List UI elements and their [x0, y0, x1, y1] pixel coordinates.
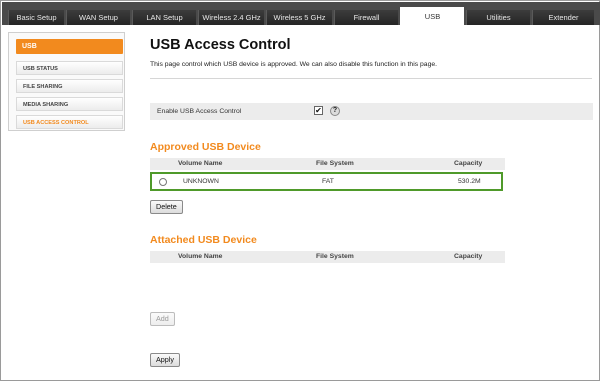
sidebar-item-usb-access-control[interactable]: USB ACCESS CONTROL: [16, 115, 123, 129]
tab-basic-setup[interactable]: Basic Setup: [8, 10, 64, 25]
enable-usb-access-control-row: Enable USB Access Control ✔ ?: [150, 103, 593, 120]
enable-usb-access-control-label: Enable USB Access Control: [157, 108, 242, 115]
attached-table-header: Volume Name File System Capacity: [150, 251, 505, 263]
column-file-system: File System: [316, 253, 354, 260]
column-capacity: Capacity: [454, 160, 483, 167]
tab-wan-setup[interactable]: WAN Setup: [66, 10, 130, 25]
column-file-system: File System: [316, 160, 354, 167]
tab-utilities[interactable]: Utilities: [466, 10, 530, 25]
add-button[interactable]: Add: [150, 312, 175, 326]
tab-usb[interactable]: USB: [400, 7, 464, 26]
table-row[interactable]: UNKNOWN FAT 530.2M: [150, 172, 503, 191]
cell-capacity: 530.2M: [458, 178, 481, 185]
router-admin-window: Basic Setup WAN Setup LAN Setup Wireless…: [0, 0, 600, 381]
apply-button[interactable]: Apply: [150, 353, 180, 367]
main-tab-bar: Basic Setup WAN Setup LAN Setup Wireless…: [2, 2, 600, 26]
sidebar-item-file-sharing[interactable]: FILE SHARING: [16, 79, 123, 93]
page-description: This page control which USB device is ap…: [150, 61, 438, 68]
column-volume-name: Volume Name: [178, 160, 223, 167]
cell-file-system: FAT: [322, 178, 334, 185]
tab-lan-setup[interactable]: LAN Setup: [132, 10, 196, 25]
tab-wireless-5ghz[interactable]: Wireless 5 GHz: [266, 10, 332, 25]
page-title: USB Access Control: [150, 37, 291, 53]
column-volume-name: Volume Name: [178, 253, 223, 260]
delete-button[interactable]: Delete: [150, 200, 183, 214]
help-icon[interactable]: ?: [330, 106, 340, 116]
approved-usb-device-title: Approved USB Device: [150, 141, 261, 153]
sidebar-item-usb-status[interactable]: USB STATUS: [16, 61, 123, 75]
cell-volume-name: UNKNOWN: [183, 178, 219, 185]
row-select-radio[interactable]: [159, 178, 167, 186]
approved-table-header: Volume Name File System Capacity: [150, 158, 505, 170]
tab-wireless-2-4ghz[interactable]: Wireless 2.4 GHz: [198, 10, 264, 25]
enable-usb-access-control-checkbox[interactable]: ✔: [314, 106, 323, 115]
usb-sidebar: USB USB STATUS FILE SHARING MEDIA SHARIN…: [8, 32, 125, 131]
divider: [150, 78, 592, 79]
sidebar-item-media-sharing[interactable]: MEDIA SHARING: [16, 97, 123, 111]
column-capacity: Capacity: [454, 253, 483, 260]
attached-usb-device-title: Attached USB Device: [150, 234, 257, 246]
tab-firewall[interactable]: Firewall: [334, 10, 398, 25]
sidebar-header-usb: USB: [16, 39, 123, 54]
tab-extender[interactable]: Extender: [532, 10, 594, 25]
